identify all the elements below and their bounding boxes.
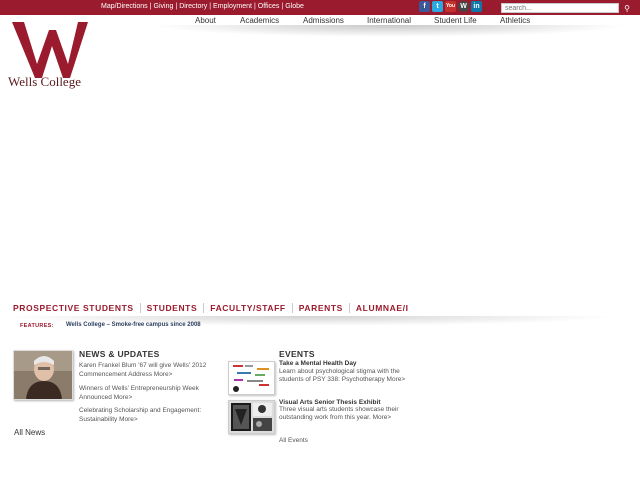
main-nav: About Academics Admissions International… (150, 15, 630, 37)
news-photo[interactable] (13, 350, 73, 400)
nav-item-international[interactable]: International (367, 16, 411, 25)
news-item-1[interactable]: Karen Frankel Blum '67 will give Wells' … (79, 361, 229, 379)
utility-link-directory[interactable]: Directory (179, 3, 207, 10)
event-desc-2[interactable]: Three visual arts students showcase thei… (279, 406, 414, 422)
event-thumb-1[interactable] (228, 361, 275, 395)
social-icons: f t You W in (419, 1, 482, 12)
audience-nav: PROSPECTIVE STUDENTS STUDENTS FACULTY/STAF… (13, 303, 415, 313)
utility-link-globe[interactable]: Globe (285, 3, 304, 10)
search-icon[interactable]: ⚲ (621, 3, 633, 14)
linkedin-icon[interactable]: in (471, 1, 482, 12)
search-input[interactable] (501, 3, 619, 13)
news-title: NEWS & UPDATES (79, 349, 160, 359)
events-title: EVENTS (279, 349, 315, 359)
utility-link-employment[interactable]: Employment (213, 3, 252, 10)
logo-text: Wells College (8, 74, 81, 89)
all-news-link[interactable]: All News (14, 428, 45, 437)
audience-prospective-students[interactable]: PROSPECTIVE STUDENTS (13, 303, 140, 313)
all-events-link[interactable]: All Events (279, 437, 308, 444)
utility-link-giving[interactable]: Giving (154, 3, 174, 10)
event-thumb-2[interactable] (228, 400, 275, 434)
event-title-1[interactable]: Take a Mental Health Day (279, 360, 357, 367)
nav-item-athletics[interactable]: Athletics (500, 16, 530, 25)
event-desc-1[interactable]: Learn about psychological stigma with th… (279, 368, 414, 384)
utility-link-map[interactable]: Map/Directions (101, 3, 148, 10)
wordpress-icon[interactable]: W (458, 1, 469, 12)
news-item-2[interactable]: Winners of Wells' Entrepreneurship Week … (79, 384, 229, 402)
nav-item-admissions[interactable]: Admissions (303, 16, 344, 25)
news-item-3[interactable]: Celebrating Scholarship and Engagement: … (79, 406, 229, 424)
audience-students[interactable]: STUDENTS (139, 303, 204, 313)
twitter-icon[interactable]: t (432, 1, 443, 12)
facebook-icon[interactable]: f (419, 1, 430, 12)
audience-alumni[interactable]: ALUMNAE/I (348, 303, 415, 313)
nav-item-about[interactable]: About (195, 16, 216, 25)
youtube-icon[interactable]: You (445, 1, 456, 12)
features-label: FEATURES: (20, 323, 54, 329)
nav-shadow (150, 25, 630, 37)
nav-item-academics[interactable]: Academics (240, 16, 279, 25)
event-title-2[interactable]: Visual Arts Senior Thesis Exhibit (279, 399, 381, 406)
audience-faculty-staff[interactable]: FACULTY/STAFF (203, 303, 291, 313)
features-text[interactable]: Wells College – Smoke-free campus since … (66, 322, 201, 328)
nav-item-student-life[interactable]: Student Life (434, 16, 477, 25)
audience-parents[interactable]: PARENTS (291, 303, 349, 313)
utility-link-offices[interactable]: Offices (258, 3, 280, 10)
utility-links: Map/Directions | Giving | Directory | Employme… (101, 3, 304, 10)
